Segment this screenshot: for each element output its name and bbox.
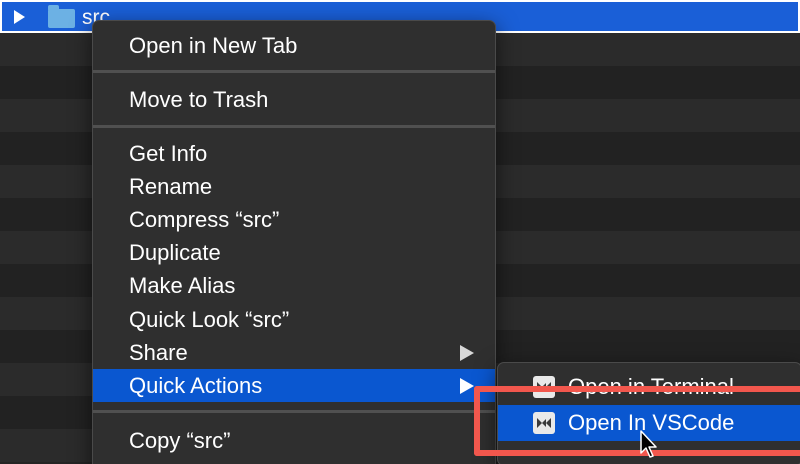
menu-separator: [93, 410, 495, 413]
menu-separator: [93, 70, 495, 73]
menu-item-label: Make Alias: [129, 273, 236, 298]
menu-item-quick-actions[interactable]: Quick Actions: [93, 369, 495, 402]
menu-item-label: Compress “src”: [129, 207, 280, 232]
menu-item-label: Share: [129, 340, 188, 365]
menu-item-label: Quick Look “src”: [129, 307, 290, 332]
submenu-arrow-icon: [460, 345, 474, 361]
menu-item-make-alias[interactable]: Make Alias: [93, 269, 495, 302]
menu-item-duplicate[interactable]: Duplicate: [93, 236, 495, 269]
menu-item-label: Rename: [129, 174, 213, 199]
menu-item-share[interactable]: Share: [93, 336, 495, 369]
menu-item-label: Copy “src”: [129, 428, 231, 453]
menu-separator: [93, 125, 495, 128]
automator-workflow-icon: [533, 376, 555, 398]
folder-icon: [48, 5, 75, 28]
menu-item-label: Duplicate: [129, 240, 221, 265]
submenu-arrow-icon: [460, 378, 474, 394]
menu-item-label: Move to Trash: [129, 87, 269, 112]
mouse-pointer-icon: [640, 430, 657, 458]
menu-item-label: Open in New Tab: [129, 33, 298, 58]
disclosure-triangle-icon[interactable]: [14, 10, 25, 24]
menu-item-label: Get Info: [129, 141, 208, 166]
menu-item-move-to-trash[interactable]: Move to Trash: [93, 83, 495, 116]
automator-workflow-icon: [533, 412, 555, 434]
finder-window: src Open in New Tab Move to Trash Get In…: [0, 0, 800, 464]
submenu-item-label: Open in Terminal: [568, 374, 734, 399]
context-menu: Open in New Tab Move to Trash Get Info R…: [92, 20, 496, 464]
menu-item-compress[interactable]: Compress “src”: [93, 203, 495, 236]
submenu-item-open-in-terminal[interactable]: Open in Terminal: [498, 369, 800, 405]
menu-item-quick-look[interactable]: Quick Look “src”: [93, 303, 495, 336]
menu-item-label: Quick Actions: [129, 373, 263, 398]
menu-item-open-in-new-tab[interactable]: Open in New Tab: [93, 29, 495, 62]
menu-item-copy[interactable]: Copy “src”: [93, 424, 495, 457]
menu-item-rename[interactable]: Rename: [93, 170, 495, 203]
menu-item-get-info[interactable]: Get Info: [93, 137, 495, 170]
